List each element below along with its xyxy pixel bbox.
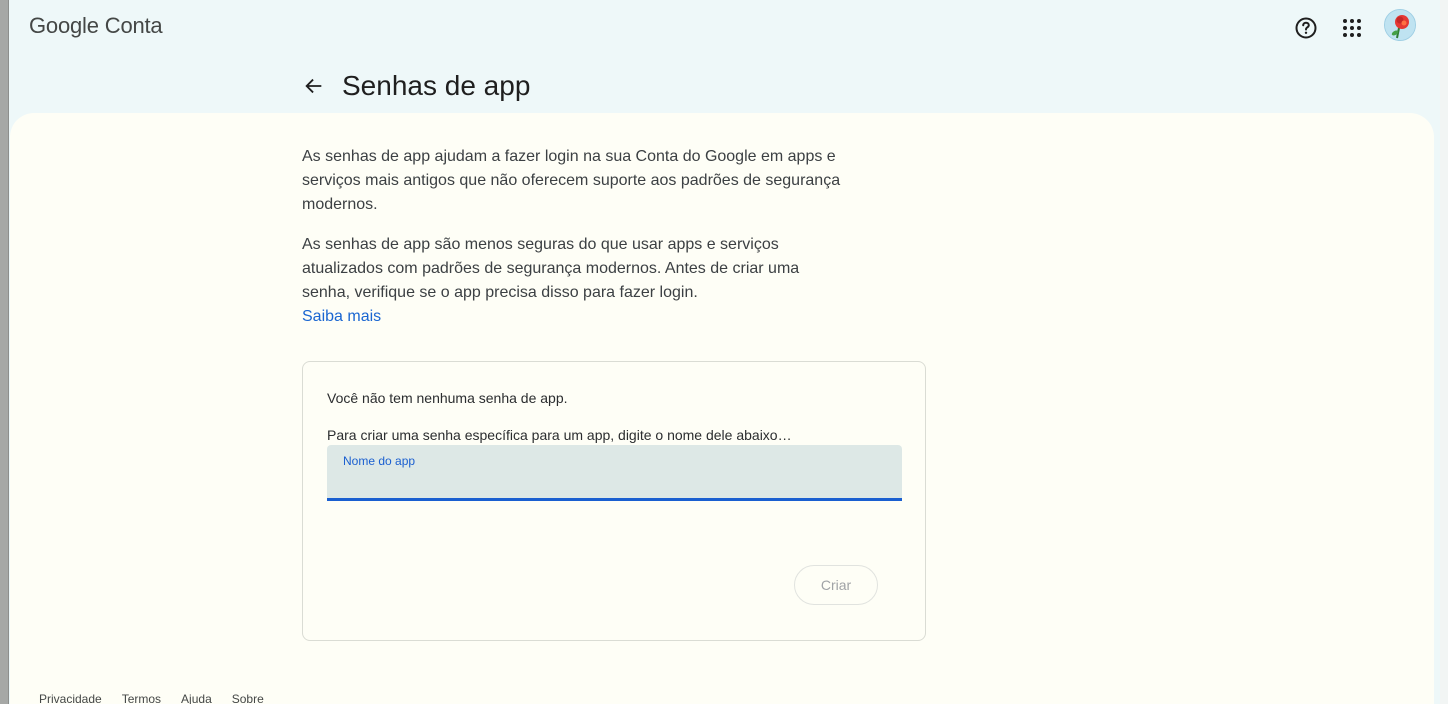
account-avatar[interactable] (1384, 9, 1416, 41)
google-account-logo[interactable]: Google Conta (29, 13, 163, 39)
app-passwords-card: Você não tem nenhuma senha de app. Para … (302, 361, 926, 641)
help-button[interactable] (1286, 8, 1326, 48)
footer-about-link[interactable]: Sobre (232, 692, 264, 704)
apps-grid-icon (1343, 19, 1361, 37)
create-button[interactable]: Criar (794, 565, 878, 605)
intro-paragraph-1: As senhas de app ajudam a fazer login na… (302, 148, 841, 213)
app-name-input[interactable] (343, 471, 883, 495)
top-header: Google Conta (9, 0, 1440, 56)
arrow-left-icon (305, 78, 322, 94)
back-button[interactable] (300, 72, 328, 100)
rose-avatar-icon (1385, 10, 1415, 40)
footer-links: Privacidade Termos Ajuda Sobre (39, 692, 264, 704)
footer-privacy-link[interactable]: Privacidade (39, 692, 102, 704)
intro-paragraph-2: As senhas de app são menos seguras do qu… (302, 236, 800, 301)
create-instruction: Para criar uma senha específica para um … (327, 427, 792, 443)
app-name-label: Nome do app (343, 454, 416, 468)
scrollbar-track[interactable] (1440, 0, 1448, 704)
app-name-field[interactable]: Nome do app (327, 445, 902, 501)
page-title: Senhas de app (342, 70, 531, 101)
learn-more-link[interactable]: Saiba mais (302, 305, 381, 329)
google-apps-button[interactable] (1332, 8, 1372, 48)
footer-terms-link[interactable]: Termos (122, 692, 161, 704)
window-left-edge (0, 0, 9, 704)
empty-state-message: Você não tem nenhuma senha de app. (327, 390, 568, 406)
page-heading-row: Senhas de app (300, 66, 530, 106)
brand-google-text: Google (29, 13, 99, 38)
brand-product-text: Conta (104, 13, 163, 38)
help-circle-icon (1295, 17, 1317, 39)
footer-help-link[interactable]: Ajuda (181, 692, 212, 704)
